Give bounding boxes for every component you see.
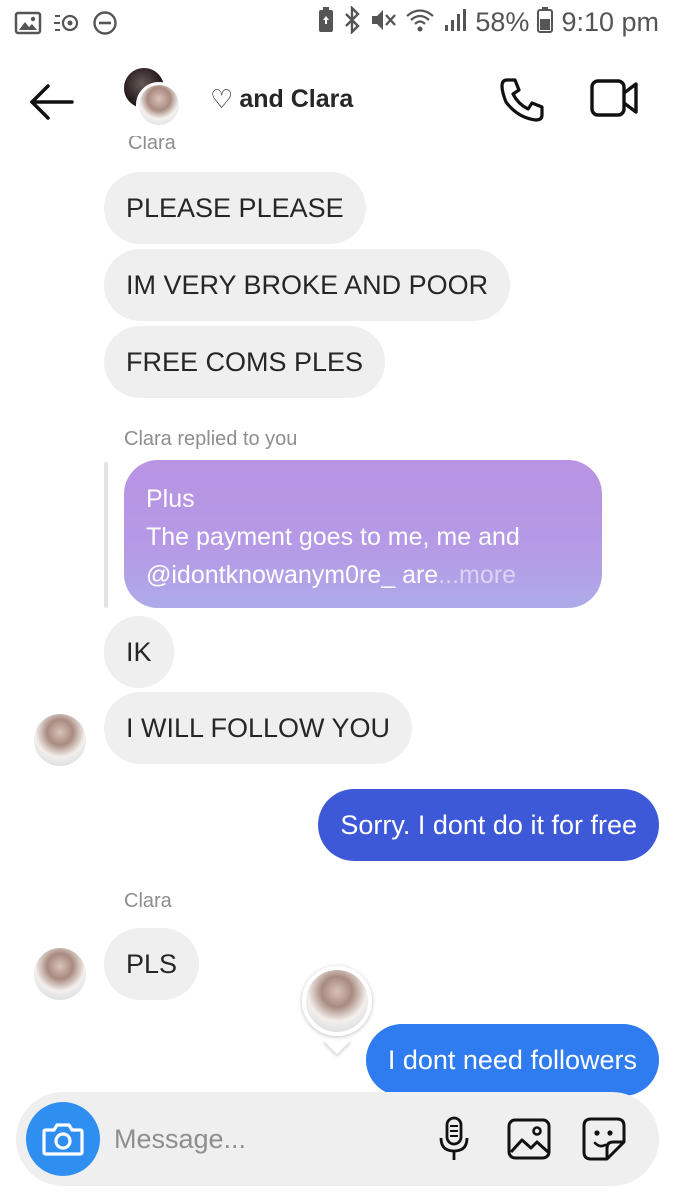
video-call-button[interactable] [590, 78, 640, 118]
incoming-message[interactable]: IM VERY BROKE AND POOR [104, 249, 511, 321]
chat-title-text: and Clara [239, 85, 354, 113]
seen-indicator [298, 962, 378, 1055]
reply-line-text: @idontknowanym0re_ are [146, 561, 439, 589]
status-left [14, 10, 118, 41]
incoming-message[interactable]: FREE COMS PLES [104, 326, 386, 398]
chat-title[interactable]: ♡ and Clara [210, 84, 353, 115]
signal-icon [443, 7, 467, 38]
avatar [302, 966, 372, 1036]
group-avatar[interactable] [120, 66, 184, 132]
video-icon [590, 79, 638, 117]
avatar [136, 82, 182, 128]
quoted-reply-message[interactable]: Plus The payment goes to me, me and @ido… [124, 460, 602, 608]
eye-comfort-icon [52, 10, 82, 41]
microphone-icon [439, 1116, 469, 1160]
gallery-button[interactable] [504, 1114, 554, 1164]
dnd-icon [92, 10, 118, 41]
voice-message-button[interactable] [429, 1114, 479, 1164]
more-link[interactable]: ...more [438, 561, 516, 589]
status-right: 58% 9:10 pm [317, 5, 659, 39]
sender-name: Clara [128, 136, 176, 152]
battery-icon [537, 6, 554, 39]
reply-line: The payment goes to me, me and [146, 523, 520, 551]
heart-icon: ♡ [210, 84, 234, 114]
reply-indicator-bar [104, 462, 108, 608]
avatar[interactable] [34, 948, 86, 1000]
reply-label: Clara replied to you [124, 428, 298, 450]
voice-call-button[interactable] [498, 76, 546, 124]
gallery-icon [14, 11, 42, 40]
incoming-message[interactable]: PLS [104, 928, 200, 1000]
back-button[interactable] [28, 82, 76, 122]
sender-name: Clara [124, 890, 172, 912]
battery-percent: 58% [475, 7, 530, 37]
bluetooth-icon [343, 5, 361, 39]
sticker-icon [582, 1117, 626, 1161]
avatar[interactable] [34, 714, 86, 766]
sticker-button[interactable] [579, 1114, 629, 1164]
clock: 9:10 pm [561, 7, 659, 37]
camera-button[interactable] [26, 1102, 100, 1176]
camera-icon [42, 1123, 84, 1156]
message-input[interactable] [114, 1114, 414, 1164]
reply-line: Plus [146, 485, 195, 513]
status-bar: 58% 9:10 pm [0, 0, 675, 46]
wifi-icon [405, 7, 435, 38]
reply-line: @idontknowanym0re_ are...more [146, 556, 580, 594]
battery-saver-icon [317, 6, 335, 39]
mute-icon [369, 7, 397, 38]
phone-icon [500, 78, 544, 122]
chat-header: ♡ and Clara [0, 56, 675, 146]
incoming-message[interactable]: PLEASE PLEASE [104, 172, 366, 244]
incoming-message[interactable]: I WILL FOLLOW YOU [104, 692, 413, 764]
incoming-message[interactable]: IK [104, 616, 174, 688]
back-arrow-icon [30, 84, 74, 120]
image-icon [507, 1118, 551, 1160]
outgoing-message[interactable]: Sorry. I dont do it for free [318, 789, 659, 861]
outgoing-message[interactable]: I dont need followers [365, 1024, 659, 1096]
message-composer [16, 1092, 659, 1186]
